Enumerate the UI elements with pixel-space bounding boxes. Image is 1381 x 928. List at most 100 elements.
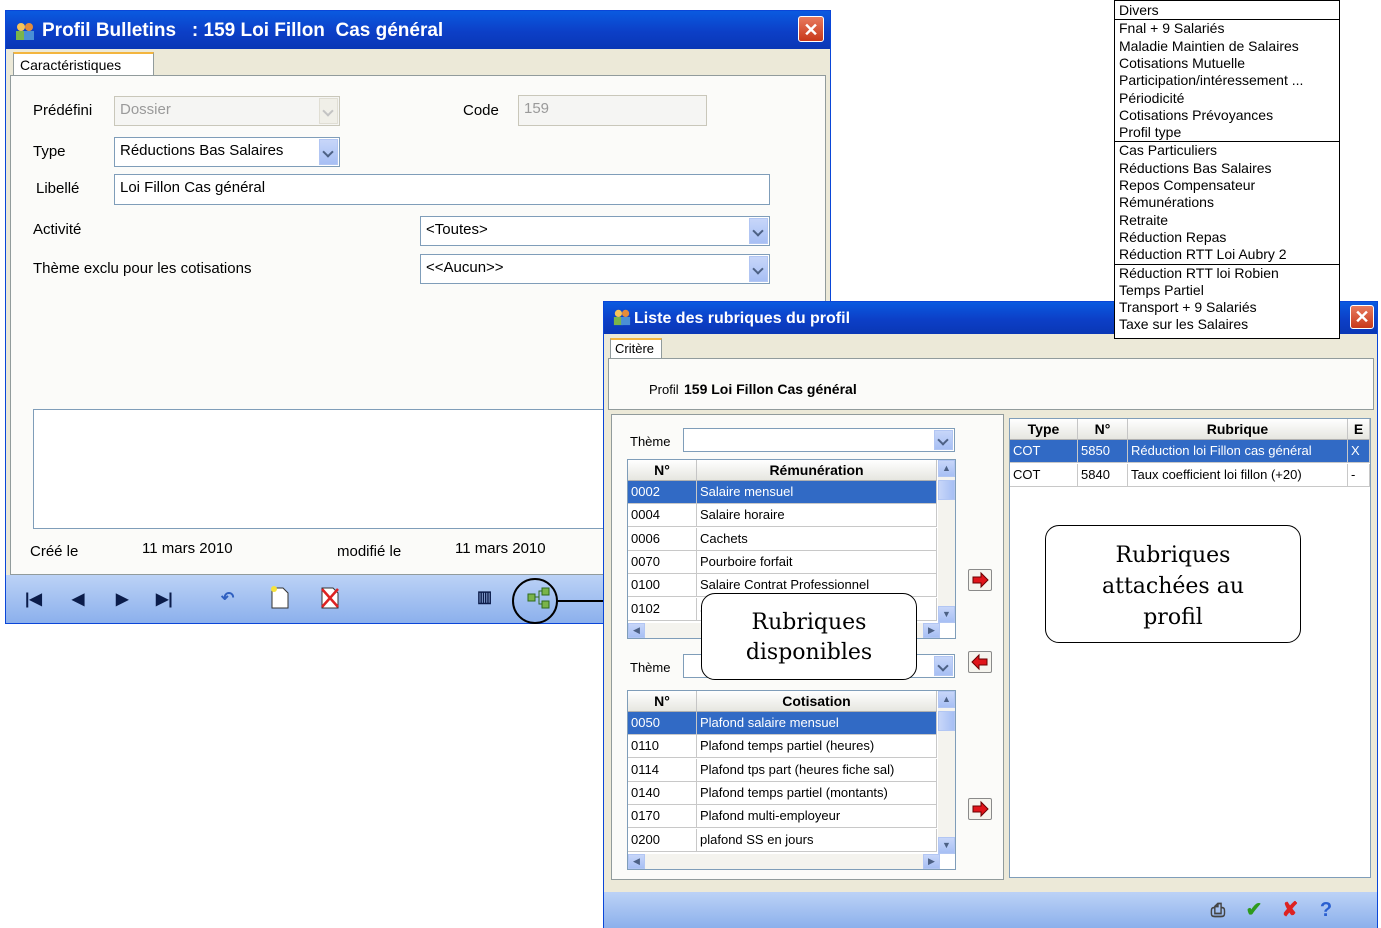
menu-item[interactable]: Transport + 9 Salariés [1119,299,1257,316]
rem-cell[interactable]: 0070 [628,550,697,574]
rem-cell[interactable]: Pourboire forfait [697,550,937,574]
right-cell[interactable]: 5850 [1078,440,1128,463]
menu-item[interactable]: Repos Compensateur [1119,177,1255,194]
predefini-select: Dossier [114,96,340,126]
cot-cell[interactable]: Plafond tps part (heures fiche sal) [697,758,937,782]
cot-cell[interactable]: 0170 [628,805,697,829]
delete-icon[interactable] [319,585,341,611]
rem-cell[interactable]: 0100 [628,574,697,598]
theme-exclu-label: Thème exclu pour les cotisations [33,260,252,277]
theme-select[interactable] [683,428,955,452]
rem-cell[interactable]: 0004 [628,504,697,528]
menu-item[interactable]: Divers [1119,2,1159,19]
menu-item[interactable]: Temps Partiel [1119,282,1204,299]
menu-item[interactable]: Cotisations Prévoyances [1119,107,1273,124]
menu-item[interactable]: Réductions Bas Salaires [1119,160,1272,177]
rem-cell[interactable]: 0002 [628,481,697,504]
right-cell[interactable]: Réduction loi Fillon cas général [1128,440,1348,463]
add-remuneration-button[interactable] [968,569,992,591]
chevron-down-icon[interactable] [934,430,953,450]
cree-label: Créé le [30,543,79,560]
cot-cell[interactable]: Plafond temps partiel (montants) [697,781,937,805]
last-record-icon[interactable]: ▶| [156,589,173,609]
rem-cell[interactable]: Salaire horaire [697,504,937,528]
menu-item[interactable]: Taxe sur les Salaires [1119,316,1248,333]
col-name-header[interactable]: Cotisation [697,691,937,712]
menu-item[interactable]: Rémunérations [1119,194,1214,211]
menu-item[interactable]: Cas Particuliers [1119,142,1217,159]
libelle-field[interactable]: Loi Fillon Cas général [114,174,770,205]
menu-item[interactable]: Fnal + 9 Salariés [1119,20,1224,37]
col-num-header[interactable]: N° [628,691,697,712]
menu-item[interactable]: Réduction Repas [1119,229,1226,246]
code-field: 159 [518,95,707,126]
cot-cell[interactable]: Plafond multi-employeur [697,805,937,829]
cot-cell[interactable]: Plafond temps partiel (heures) [697,735,937,759]
first-record-icon[interactable]: |◀ [25,589,42,609]
cancel-icon[interactable]: ✘ [1276,896,1304,924]
col-e-header[interactable]: E [1348,419,1370,440]
menu-item[interactable]: Participation/intéressement ... [1119,72,1303,89]
cot-cell[interactable]: 0200 [628,828,697,852]
activite-select[interactable]: <Toutes> [420,216,770,246]
help-icon[interactable]: ? [1312,896,1340,924]
theme-menu: Divers Fnal + 9 Salariés Maladie Maintien … [1114,0,1340,339]
right-cell[interactable]: Taux coefficient loi fillon (+20) [1128,464,1348,487]
col-name-header[interactable]: Rémunération [697,460,937,481]
menu-item[interactable]: Périodicité [1119,90,1184,107]
vertical-scrollbar[interactable]: ▲ ▼ [938,691,955,854]
tab-caracteristiques[interactable]: Caractéristiques [13,52,154,76]
chevron-down-icon[interactable] [749,218,768,244]
undo-icon[interactable]: ↶ [221,588,234,608]
ok-icon[interactable]: ✔ [1240,896,1268,924]
next-record-icon[interactable]: ▶ [116,589,128,609]
tab-critere[interactable]: Critère [610,338,662,359]
remove-button[interactable] [968,651,992,673]
rem-cell[interactable]: Cachets [697,527,937,551]
chevron-down-icon[interactable] [319,139,338,165]
rem-cell[interactable]: Salaire mensuel [697,481,937,504]
cot-cell[interactable]: 0114 [628,758,697,782]
cot-cell[interactable]: Plafond salaire mensuel [697,712,937,735]
col-num-header[interactable]: N° [628,460,697,481]
cot-cell[interactable]: 0140 [628,781,697,805]
right-cell[interactable]: X [1348,440,1370,463]
new-document-icon[interactable] [269,585,291,611]
cot-cell[interactable]: 0050 [628,712,697,735]
menu-item[interactable]: Profil type [1119,124,1181,141]
chevron-down-icon[interactable] [749,256,768,282]
close-button[interactable]: ✕ [1350,305,1374,329]
rem-cell[interactable]: 0102 [628,597,697,621]
col-rubrique-header[interactable]: Rubrique [1128,419,1348,440]
menu-item[interactable]: Cotisations Mutuelle [1119,55,1245,72]
callout-disponibles: Rubriques disponibles [701,593,917,680]
rem-cell[interactable]: 0006 [628,527,697,551]
menu-item[interactable]: Réduction RTT Loi Aubry 2 [1119,246,1287,263]
print-icon[interactable]: ⎙ [1204,896,1232,924]
right-cell[interactable]: COT [1010,464,1078,487]
footer-toolbar: ⎙ ✔ ✘ ? [604,892,1377,928]
menu-item[interactable]: Retraite [1119,212,1168,229]
window-title: Profil Bulletins : 159 Loi Fillon Cas gé… [42,20,444,41]
previous-record-icon[interactable]: ◀ [72,589,84,609]
vertical-scrollbar[interactable]: ▲ ▼ [938,460,955,623]
chevron-down-icon[interactable] [934,656,953,676]
annotation-arrow [512,578,615,624]
col-num-header[interactable]: N° [1078,419,1128,440]
menu-item[interactable]: Maladie Maintien de Salaires [1119,38,1299,55]
right-cell[interactable]: - [1348,464,1370,487]
book-icon[interactable]: ▥ [477,587,492,607]
cot-cell[interactable]: plafond SS en jours [697,828,937,852]
right-cell[interactable]: 5840 [1078,464,1128,487]
type-select[interactable]: Réductions Bas Salaires [114,137,340,167]
col-type-header[interactable]: Type [1010,419,1078,440]
menu-item[interactable]: Réduction RTT loi Robien [1119,265,1279,282]
right-cell[interactable]: COT [1010,440,1078,463]
cot-cell[interactable]: 0110 [628,735,697,759]
code-label: Code [463,102,499,119]
attached-rubriques-grid: Type N° Rubrique E COT 5850 Réduction loi … [1009,418,1371,878]
add-cotisation-button[interactable] [968,798,992,820]
horizontal-scrollbar[interactable]: ◀ ▶ [628,854,940,869]
theme-exclu-select[interactable]: <<Aucun>> [420,254,770,284]
close-button[interactable]: ✕ [798,16,824,42]
